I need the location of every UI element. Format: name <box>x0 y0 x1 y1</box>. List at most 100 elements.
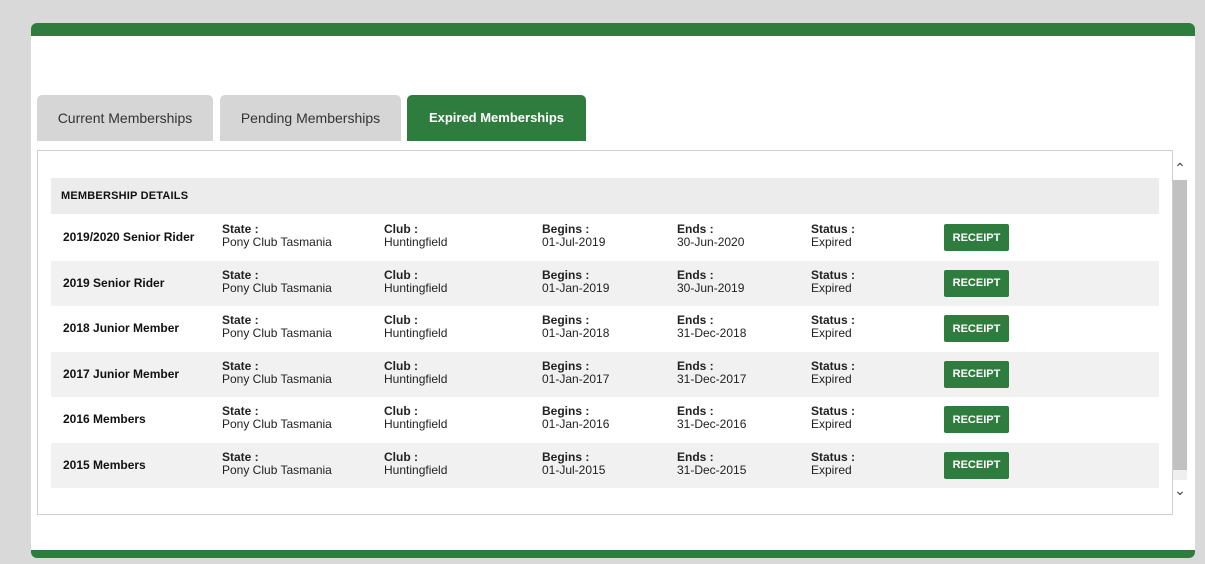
begins-cell: Begins :01-Jan-2016 <box>542 405 609 431</box>
ends-label: Ends : <box>677 358 714 373</box>
state-label: State : <box>222 358 259 373</box>
membership-row: 2018 Junior Member State : Pony Club Tasma… <box>51 306 1159 351</box>
ends-cell: Ends :31-Dec-2015 <box>677 449 747 477</box>
status-label: Status : <box>811 449 856 464</box>
tab-expired-memberships[interactable]: Expired Memberships <box>407 95 586 141</box>
begins-label: Begins : <box>542 449 590 464</box>
status-cell: Status : Expired <box>811 405 855 431</box>
scrollbar-thumb[interactable] <box>1173 180 1187 470</box>
ends-cell: Ends :31-Dec-2017 <box>677 358 747 386</box>
status-label: Status : <box>811 358 856 373</box>
ends-value: 30-Jun-2020 <box>677 235 745 249</box>
status-cell: Status : Expired <box>811 223 855 249</box>
club-value: Huntingfield <box>384 280 448 295</box>
state-label: State : <box>222 449 259 464</box>
scroll-up-icon[interactable]: ⌃ <box>1171 159 1189 177</box>
begins-cell: Begins :01-Jan-2018 <box>542 314 609 340</box>
ends-cell: Ends :31-Dec-2018 <box>677 314 746 340</box>
state-value: Pony Club Tasmania <box>222 326 332 340</box>
ends-value: 31-Dec-2018 <box>677 326 747 340</box>
club-value: Huntingfield <box>384 235 448 249</box>
status-value: Expired <box>811 462 852 477</box>
membership-name: 2017 Junior Member <box>63 366 180 381</box>
membership-name: 2015 Members <box>63 457 146 472</box>
state-value: Pony Club Tasmania <box>222 417 332 431</box>
ends-cell: Ends :30-Jun-2019 <box>677 267 745 295</box>
receipt-button[interactable]: RECEIPT <box>944 224 1009 251</box>
membership-name: 2016 Members <box>63 412 146 426</box>
club-cell: Club : Huntingfield <box>384 405 447 431</box>
memberships-panel: MEMBERSHIP DETAILS 2019/2020 Senior Ride… <box>37 150 1173 515</box>
status-cell: Status : Expired <box>811 314 855 340</box>
state-cell: State : Pony Club Tasmania <box>222 223 332 249</box>
begins-cell: Begins :01-Jan-2017 <box>542 358 610 386</box>
status-value: Expired <box>811 235 852 249</box>
ends-value: 30-Jun-2019 <box>677 280 745 295</box>
membership-row: 2016 Members State : Pony Club Tasmania Clu… <box>51 397 1159 442</box>
receipt-button[interactable]: RECEIPT <box>944 451 1009 479</box>
membership-name: 2018 Junior Member <box>63 321 180 335</box>
begins-value: 01-Jan-2016 <box>542 417 610 431</box>
receipt-button[interactable]: RECEIPT <box>944 406 1009 433</box>
begins-value: 01-Jan-2019 <box>542 280 610 295</box>
state-value: Pony Club Tasmania <box>222 280 332 295</box>
begins-value: 01-Jul-2019 <box>542 235 606 249</box>
club-cell: Club : Huntingfield <box>384 358 448 386</box>
begins-value: 01-Jul-2015 <box>542 462 606 477</box>
receipt-button[interactable]: RECEIPT <box>944 315 1009 342</box>
membership-card: Current Memberships Pending Memberships … <box>31 23 1195 558</box>
club-cell: Club : Huntingfield <box>384 267 448 295</box>
ends-label: Ends : <box>677 267 714 282</box>
ends-cell: Ends :30-Jun-2020 <box>677 223 744 249</box>
status-value: Expired <box>811 280 852 295</box>
ends-label: Ends : <box>677 449 714 464</box>
club-cell: Club : Huntingfield <box>384 223 447 249</box>
club-value: Huntingfield <box>384 326 448 340</box>
club-cell: Club : Huntingfield <box>384 314 447 340</box>
ends-value: 31-Dec-2017 <box>677 371 747 386</box>
status-cell: Status : Expired <box>811 267 856 295</box>
tab-pending-memberships[interactable]: Pending Memberships <box>220 95 401 141</box>
status-cell: Status : Expired <box>811 358 856 386</box>
membership-row: 2019/2020 Senior Rider State : Pony Club T… <box>51 215 1159 260</box>
ends-value: 31-Dec-2015 <box>677 462 747 477</box>
state-cell: State : Pony Club Tasmania <box>222 449 332 477</box>
begins-label: Begins : <box>542 358 590 373</box>
membership-row: 2015 Members State : Pony Club Tasmania Clu… <box>51 442 1159 488</box>
status-cell: Status : Expired <box>811 449 856 477</box>
scroll-down-icon[interactable]: ⌄ <box>1171 481 1189 499</box>
receipt-button[interactable]: RECEIPT <box>944 360 1009 388</box>
state-value: Pony Club Tasmania <box>222 235 332 249</box>
status-value: Expired <box>811 326 852 340</box>
state-cell: State : Pony Club Tasmania <box>222 358 332 386</box>
ends-cell: Ends :31-Dec-2016 <box>677 405 746 431</box>
membership-row: 2017 Junior Member State : Pony Club Tasma… <box>51 351 1159 397</box>
begins-label: Begins : <box>542 267 590 282</box>
begins-cell: Begins :01-Jul-2019 <box>542 223 605 249</box>
tab-current-memberships[interactable]: Current Memberships <box>37 95 213 141</box>
begins-value: 01-Jan-2017 <box>542 371 610 386</box>
club-value: Huntingfield <box>384 462 448 477</box>
club-value: Huntingfield <box>384 371 448 386</box>
club-label: Club : <box>384 449 418 464</box>
state-cell: State : Pony Club Tasmania <box>222 267 332 295</box>
bottom-accent-bar <box>31 550 1195 558</box>
state-cell: State : Pony Club Tasmania <box>222 314 332 340</box>
club-label: Club : <box>384 358 418 373</box>
begins-value: 01-Jan-2018 <box>542 326 610 340</box>
club-value: Huntingfield <box>384 417 448 431</box>
vertical-scrollbar[interactable]: ⌃ ⌄ <box>1171 153 1189 515</box>
membership-name: 2019/2020 Senior Rider <box>63 230 195 244</box>
status-value: Expired <box>811 417 852 431</box>
membership-details-header: MEMBERSHIP DETAILS <box>51 178 1159 214</box>
ends-value: 31-Dec-2016 <box>677 417 747 431</box>
receipt-button[interactable]: RECEIPT <box>944 269 1009 297</box>
begins-cell: Begins :01-Jul-2015 <box>542 449 606 477</box>
status-label: Status : <box>811 267 856 282</box>
state-value: Pony Club Tasmania <box>222 462 332 477</box>
club-label: Club : <box>384 267 418 282</box>
status-value: Expired <box>811 371 852 386</box>
begins-cell: Begins :01-Jan-2019 <box>542 267 610 295</box>
membership-row: 2019 Senior Rider State : Pony Club Tasman… <box>51 260 1159 306</box>
state-label: State : <box>222 267 259 282</box>
